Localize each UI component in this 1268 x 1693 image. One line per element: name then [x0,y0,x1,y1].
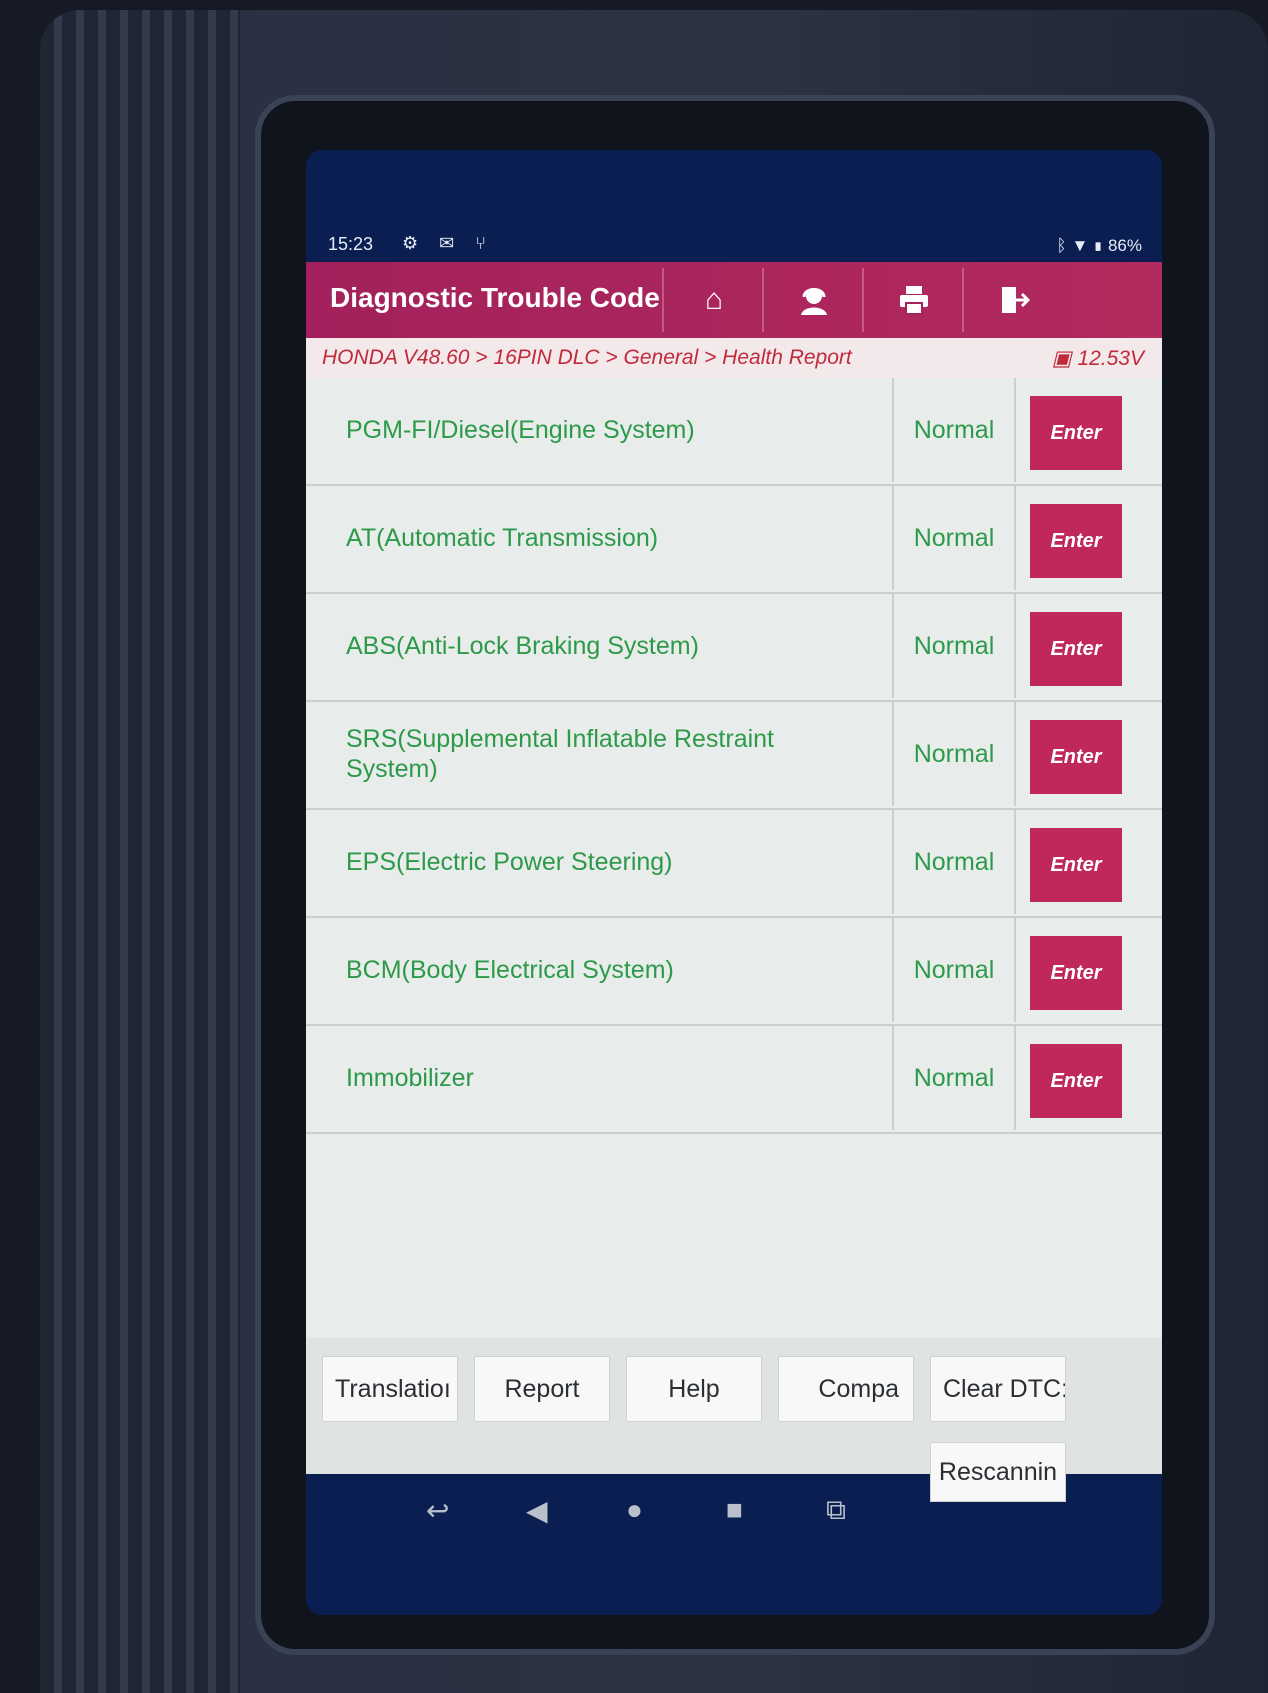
page-title: Diagnostic Trouble Code [330,282,660,313]
print-button[interactable] [862,268,964,332]
notification-icons: ⚙ ✉ ⑂ [402,233,494,254]
bluetooth-icon: ᛒ [1056,236,1067,255]
back-triangle-icon[interactable]: ◀ [526,1494,548,1527]
list-item: PGM-FI/Diesel(Engine System) Normal Ente… [306,378,1162,486]
system-name: SRS(Supplemental Inflatable Restraint Sy… [346,725,775,783]
exit-icon [1002,287,1031,313]
title-bar: Diagnostic Trouble Code ⌂ [306,262,1162,338]
system-status: Normal [892,810,1016,914]
car-battery-icon: ▣ [1051,347,1072,370]
diagnostic-app: Diagnostic Trouble Code ⌂ HONDA V48.60 >… [306,262,1162,1502]
home-icon: ⌂ [704,283,724,316]
screenshot-icon[interactable]: ⧉ [826,1494,846,1527]
voltage-readout: ▣ 12.53V [1052,346,1144,371]
system-name: ABS(Anti-Lock Braking System) [346,632,699,660]
system-name: BCM(Body Electrical System) [346,956,674,984]
support-button[interactable] [762,268,864,332]
system-status: Normal [892,378,1016,482]
system-status: Normal [892,702,1016,806]
usb-icon: ⑂ [475,233,495,253]
help-button[interactable]: Help [626,1356,762,1422]
system-list: PGM-FI/Diesel(Engine System) Normal Ente… [306,378,1162,1134]
wifi-icon: ▼ [1071,236,1089,255]
status-time: 15:23 [328,234,374,254]
voltage-value: 12.53V [1077,347,1144,370]
action-bar: Translatioı Report Help Compa Clear DTC:… [306,1338,1162,1502]
enter-button[interactable]: Enter [1030,828,1122,902]
enter-button[interactable]: Enter [1030,612,1122,686]
battery-level: 86% [1107,236,1142,255]
system-status: Normal [892,1026,1016,1130]
system-name: EPS(Electric Power Steering) [346,848,673,876]
back-arrow-icon[interactable]: ↩ [426,1494,449,1527]
system-status: Normal [892,594,1016,698]
tablet-screen: 15:23 ⚙ ✉ ⑂ ᛒ ▼ ▮ 86% Diagnostic Trouble… [306,150,1162,1615]
translation-button[interactable]: Translatioı [322,1356,458,1422]
enter-button[interactable]: Enter [1030,504,1122,578]
home-button[interactable]: ⌂ [662,268,764,332]
report-button[interactable]: Report [474,1356,610,1422]
status-bar: 15:23 ⚙ ✉ ⑂ ᛒ ▼ ▮ 86% [306,230,1162,262]
exit-button[interactable] [962,268,1064,332]
list-item: ABS(Anti-Lock Braking System) Normal Ent… [306,594,1162,702]
enter-button[interactable]: Enter [1030,936,1122,1010]
enter-button[interactable]: Enter [1030,720,1122,794]
enter-button[interactable]: Enter [1030,1044,1122,1118]
home-circle-icon[interactable]: ● [626,1494,643,1526]
list-item: Immobilizer Normal Enter [306,1026,1162,1134]
status-right: ᛒ ▼ ▮ 86% [1057,236,1142,256]
system-status: Normal [892,918,1016,1022]
enter-button[interactable]: Enter [1030,396,1122,470]
battery-icon: ▮ [1093,236,1104,255]
mail-icon: ✉ [439,233,463,253]
breadcrumb: HONDA V48.60 > 16PIN DLC > General > Hea… [306,338,1162,378]
system-status: Normal [892,486,1016,590]
compare-button[interactable]: Compa [778,1356,914,1422]
list-item: SRS(Supplemental Inflatable Restraint Sy… [306,702,1162,810]
list-item: AT(Automatic Transmission) Normal Enter [306,486,1162,594]
breadcrumb-path: HONDA V48.60 > 16PIN DLC > General > Hea… [322,346,852,369]
settings-icon: ⚙ [402,233,427,253]
android-nav-bar: ↩ ◀ ● ■ ⧉ [306,1474,1162,1554]
support-agent-icon [801,288,827,315]
clear-dtcs-button[interactable]: Clear DTC: [930,1356,1066,1422]
recents-square-icon[interactable]: ■ [726,1494,743,1526]
list-item: EPS(Electric Power Steering) Normal Ente… [306,810,1162,918]
system-name: PGM-FI/Diesel(Engine System) [346,416,695,444]
tablet-grip [40,10,240,1693]
list-item: BCM(Body Electrical System) Normal Enter [306,918,1162,1026]
system-name: Immobilizer [346,1064,474,1092]
printer-icon [900,286,928,315]
system-name: AT(Automatic Transmission) [346,524,659,552]
